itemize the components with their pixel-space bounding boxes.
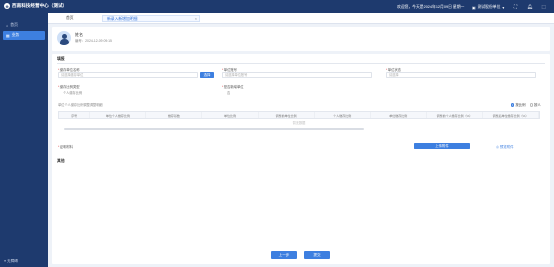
section-title-other: 其他: [57, 159, 65, 163]
app-title: 西南科技经营中心（测试）: [12, 3, 68, 8]
home-icon: ⌂: [6, 23, 9, 28]
col-header: 单位比例: [202, 112, 259, 118]
col-header: 调整后单位缴存比例（%）: [483, 112, 540, 118]
col-header: 单位个人缴存比例: [90, 112, 147, 118]
fullscreen-icon[interactable]: ⛶: [513, 4, 518, 9]
user-menu-icon[interactable]: ⬚: [541, 4, 546, 9]
sidebar-item-label: 业务: [11, 33, 20, 37]
close-icon[interactable]: ×: [195, 16, 197, 23]
col-header: 序号: [59, 112, 91, 118]
tab-bar: 首页 新录入新增加明细 ×: [48, 13, 554, 24]
empty-state: 暂无数据: [292, 121, 306, 125]
mode-radio-group[interactable]: 按比例 按人: [511, 102, 541, 107]
menu-icon: ≡: [4, 259, 7, 263]
top-bar: ⊕ 西南科技经营中心（测试） 欢迎您，今天是2024年12月09日 星期一 ▣ …: [0, 0, 554, 13]
col-header: 调整前单位比例: [259, 112, 315, 118]
divider: [57, 63, 545, 64]
profile-meta: 编号：2024-12-09 09:15: [75, 39, 112, 43]
accessibility-toggle[interactable]: ≡ 无障碍: [4, 259, 18, 264]
org-name: 测试股份单位: [477, 4, 501, 9]
brand: ⊕ 西南科技经营中心（测试）: [4, 3, 67, 9]
col-header: 缴存基数: [146, 112, 203, 118]
tab-current-label: 新录入新增加明细: [107, 17, 138, 21]
col-header: 单位缴存比例: [371, 112, 427, 118]
radio-by-ratio[interactable]: 按比例: [511, 102, 526, 107]
detail-table: 序号 单位个人缴存比例 缴存基数 单位比例 调整前单位比例 个人缴存比例 单位缴…: [58, 111, 540, 130]
accessibility-label: 无障碍: [7, 259, 18, 263]
select-unit-button[interactable]: 选择: [200, 72, 214, 78]
unit-account-input[interactable]: 请选择单位账号: [222, 72, 372, 78]
prev-button[interactable]: 上一步: [271, 251, 297, 259]
org-switcher[interactable]: ▣ 测试股份单位 ▾: [472, 5, 504, 10]
chevron-down-icon: ▾: [502, 5, 505, 10]
horizontal-scrollbar[interactable]: [64, 128, 364, 130]
sidebar-item-label: 首页: [10, 23, 18, 27]
new-unit-value[interactable]: 否: [227, 90, 230, 95]
section-title-fill: 填报: [57, 57, 65, 61]
form-panel: 填报 *缴存单位名称 请选择缴存单位 选择 *单位账号 请选择单位账号 *单位状…: [52, 54, 550, 264]
bell-icon[interactable]: 🔔︎: [527, 4, 533, 9]
preview-attachment-link[interactable]: ◎ 预览附件: [496, 144, 513, 149]
grid-icon: ▦: [6, 34, 10, 38]
greeting-text: 欢迎您，今天是2024年12月09日 星期一: [397, 4, 465, 9]
upload-button[interactable]: 上传附件: [414, 143, 470, 149]
col-header: 调整前个人缴存比例（%）: [427, 112, 483, 118]
table-header: 序号 单位个人缴存比例 缴存基数 单位比例 调整前单位比例 个人缴存比例 单位缴…: [58, 111, 540, 119]
avatar: [57, 31, 71, 45]
logo-icon: ⊕: [4, 3, 10, 9]
sidebar-item-home[interactable]: ⌂ 首页: [0, 21, 48, 30]
submit-button[interactable]: 提交: [304, 251, 330, 259]
attachment-label: *证明材料: [58, 145, 73, 149]
profile-card: 姓名 编号：2024-12-09 09:15: [52, 27, 550, 51]
radio-by-person[interactable]: 按人: [529, 102, 541, 107]
table-title: 单位个人缴存比例调整调整明细: [58, 103, 103, 107]
sidebar: ⌂ 首页 ▦ 业务 ≡ 无障碍: [0, 13, 48, 267]
building-icon: ▣: [472, 5, 476, 10]
sidebar-item-business[interactable]: ▦ 业务: [3, 31, 45, 40]
tab-current[interactable]: 新录入新增加明细 ×: [102, 15, 200, 22]
unit-name-input[interactable]: 请选择缴存单位: [58, 72, 198, 78]
ratio-type-label: *缴存比例类型: [58, 85, 80, 89]
new-unit-label: *是否新增单位: [222, 85, 244, 89]
col-header: 个人缴存比例: [315, 112, 371, 118]
ratio-type-value[interactable]: 个人缴存比例: [63, 90, 82, 95]
tab-home[interactable]: 首页: [62, 15, 78, 22]
unit-status-input[interactable]: 请选择: [386, 72, 536, 78]
